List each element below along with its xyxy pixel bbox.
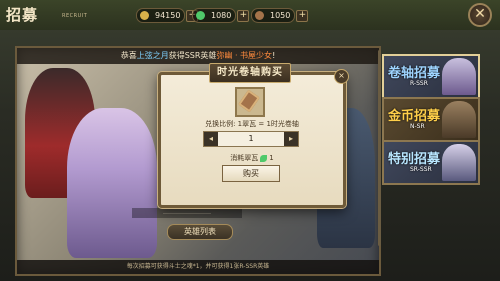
tab-label: 特别招募 <box>388 152 441 167</box>
tab-special-recruit[interactable]: 特别招募 SR-SSR <box>382 140 480 185</box>
buy-button[interactable]: 购买 <box>222 165 280 182</box>
tab-label: 金币招募 <box>388 109 441 124</box>
tab-hero-portrait <box>442 101 476 138</box>
tab-scroll-recruit[interactable]: 卷轴招募 R-SSR <box>382 54 480 99</box>
decrease-button[interactable]: ◂ <box>205 132 217 146</box>
quantity-input[interactable]: 1 <box>218 132 284 146</box>
cost-value: 1 <box>269 154 274 162</box>
gold-resource: 94150 + <box>136 8 199 23</box>
purchase-dialog: 时光卷轴购买 × 兑换比例: 1翠瓦 = 1时光卷轴 ◂ 1 ▸ 消耗翠瓦 1 购… <box>158 63 349 208</box>
announcement-banner: 恭喜上弦之月获得SSR英雄弥幽 · 书屋少女! <box>17 48 379 64</box>
hint-text: …………………… <box>132 208 242 218</box>
dialog-title: 时光卷轴购买 <box>209 63 291 83</box>
jade-gem-icon <box>260 154 268 162</box>
banner-text: 获得SSR英雄 <box>168 51 217 60</box>
time-scroll-icon <box>255 11 264 20</box>
jade-gem-icon <box>196 11 205 20</box>
tab-rank: N-SR <box>410 123 425 130</box>
banner-player: 上弦之月 <box>136 51 169 60</box>
add-jade-button[interactable]: + <box>237 10 250 22</box>
close-icon[interactable]: ✕ <box>468 3 492 27</box>
tab-gold-recruit[interactable]: 金币招募 N-SR <box>382 97 480 142</box>
tab-rank: SR-SSR <box>410 166 432 173</box>
hero-portrait-purple <box>67 108 157 258</box>
tab-hero-portrait <box>442 144 476 181</box>
gold-coin-icon <box>140 11 149 20</box>
cost-row: 消耗翠瓦 1 <box>161 153 343 163</box>
bottom-note: 每次招募可获得斗士之魂*1，并可获得1张R-SSR英雄 <box>17 260 379 274</box>
cost-label: 消耗翠瓦 <box>230 154 259 162</box>
gold-value: 94150 <box>155 11 181 20</box>
increase-button[interactable]: ▸ <box>285 132 297 146</box>
exchange-ratio: 兑换比例: 1翠瓦 = 1时光卷轴 <box>205 120 299 128</box>
hero-list-button[interactable]: 英雄列表 <box>167 224 233 240</box>
jade-resource: 1080 + <box>192 8 250 23</box>
add-scroll-button[interactable]: + <box>296 10 309 22</box>
top-bar: 招募 RECRUIT 94150 + 1080 + 1050 + ✕ <box>0 0 500 30</box>
quantity-stepper: ◂ 1 ▸ <box>203 131 299 147</box>
page-title: 招募 <box>6 6 39 24</box>
banner-hero: 弥幽 · 书屋少女 <box>216 51 273 60</box>
scroll-resource: 1050 + <box>251 8 309 23</box>
banner-text: 恭喜 <box>120 51 137 60</box>
jade-value: 1080 <box>211 11 232 20</box>
tab-rank: R-SSR <box>410 80 428 87</box>
tab-scrollbar[interactable] <box>378 50 381 246</box>
time-scroll-icon <box>238 89 260 113</box>
page-subtitle: RECRUIT <box>62 13 88 19</box>
close-icon[interactable]: × <box>334 69 349 84</box>
tab-label: 卷轴招募 <box>388 66 441 81</box>
item-slot <box>235 87 265 117</box>
tab-hero-portrait <box>442 58 476 95</box>
scroll-value: 1050 <box>270 11 291 20</box>
banner-text: ! <box>272 51 276 60</box>
